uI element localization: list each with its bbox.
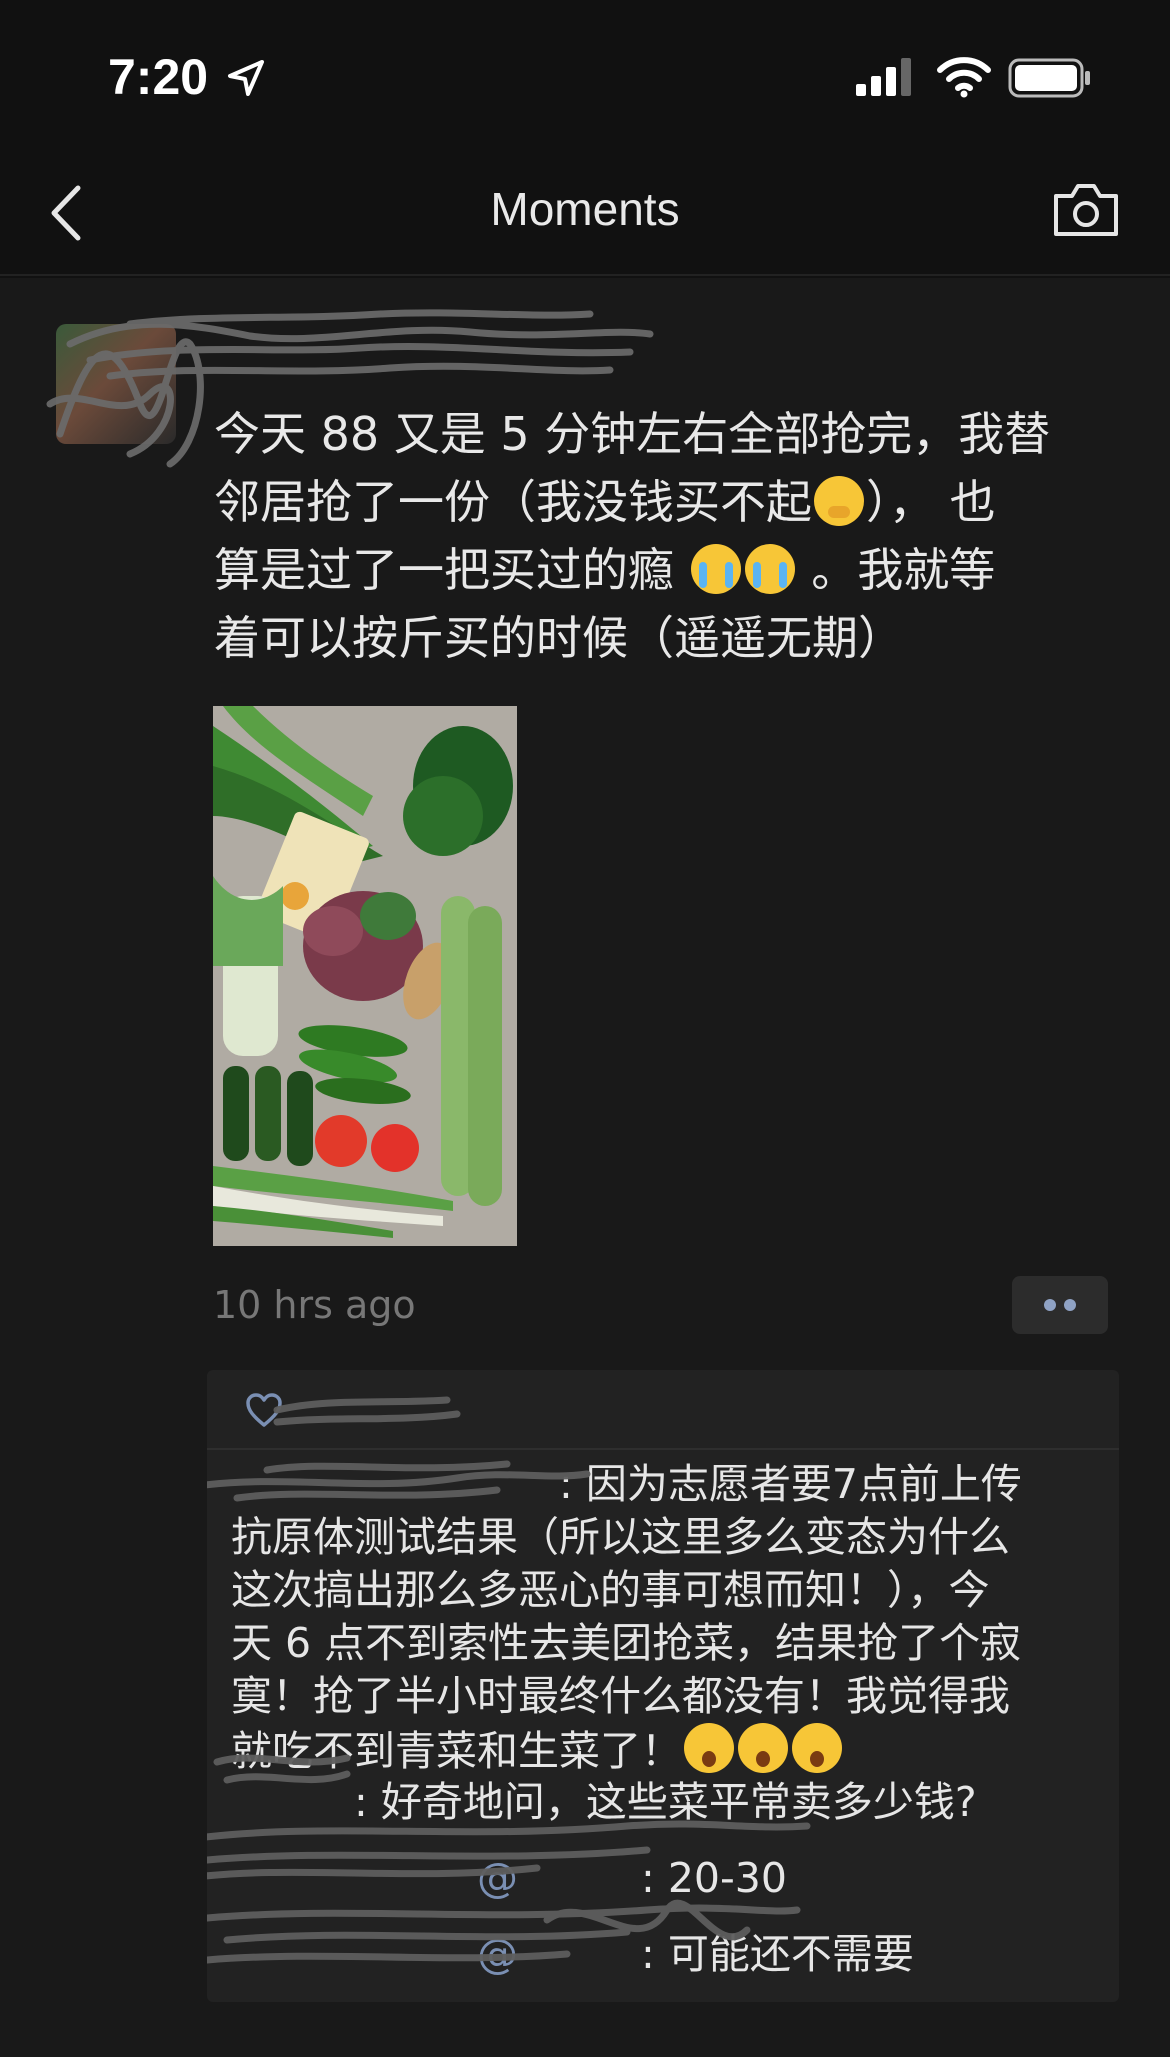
- comments-section: : 因为志愿者要7点前上传 抗原体测试结果（所以这里多么变态为什么 这次搞出那么…: [207, 1370, 1119, 2002]
- status-bar: 7:20: [0, 0, 1170, 150]
- comment-author[interactable]: [231, 1778, 354, 1826]
- comment-item[interactable]: @ : 可能还不需要: [231, 1928, 1111, 1981]
- comment-text-line: 就吃不到青菜和生菜了！: [231, 1727, 682, 1775]
- post-text: 今天 88 又是 5 分钟左右全部抢完，我替 邻居抢了一份（我没钱买不起 ）， 也…: [214, 400, 1114, 672]
- cellular-signal-icon: [856, 58, 911, 96]
- comment-mention[interactable]: @: [477, 1930, 518, 1978]
- comment-item[interactable]: @ : 20-30: [231, 1852, 1111, 1905]
- shocked-face-emoji-icon: [684, 1723, 734, 1773]
- avatar[interactable]: [56, 324, 176, 444]
- page-title: Moments: [490, 183, 680, 235]
- dot-icon: [1044, 1299, 1056, 1311]
- post-text-line: 邻居抢了一份（我没钱买不起 ）， 也: [214, 468, 1114, 536]
- shocked-face-emoji-icon: [792, 1723, 842, 1773]
- post-text-line: 今天 88 又是 5 分钟左右全部抢完，我替: [214, 407, 1051, 461]
- comment-text-line: 寞！抢了半小时最终什么都没有！我觉得我: [231, 1672, 1010, 1720]
- navigation-bar: Moments: [0, 150, 1170, 276]
- comment-item[interactable]: : 好奇地问，这些菜平常卖多少钱?: [231, 1776, 1111, 1829]
- camera-icon[interactable]: [1052, 180, 1120, 240]
- post-text-segment: 邻居抢了一份（我没钱买不起: [214, 475, 812, 529]
- crying-face-emoji-icon: [690, 544, 741, 594]
- heart-outline-icon[interactable]: [245, 1392, 283, 1428]
- moment-post: 今天 88 又是 5 分钟左右全部抢完，我替 邻居抢了一份（我没钱买不起 ）， 也…: [0, 278, 1170, 2057]
- crying-face-emoji-icon: [744, 544, 795, 594]
- more-options-button[interactable]: [1012, 1276, 1108, 1334]
- comment-text-line: 抗原体测试结果（所以这里多么变态为什么: [231, 1513, 1010, 1561]
- thinking-face-emoji-icon: [814, 476, 864, 526]
- location-arrow-icon: [228, 60, 264, 96]
- post-text-segment: ）， 也: [866, 475, 996, 529]
- comment-item[interactable]: : 因为志愿者要7点前上传 抗原体测试结果（所以这里多么变态为什么 这次搞出那么…: [231, 1458, 1111, 1778]
- comment-text: : 20-30: [641, 1854, 787, 1902]
- post-text-segment: 。我就等: [796, 543, 996, 597]
- shocked-face-emoji-icon: [738, 1723, 788, 1773]
- comment-text-line: 这次搞出那么多恶心的事可想而知！），今: [231, 1566, 990, 1614]
- comment-author[interactable]: [231, 1930, 477, 1978]
- dot-icon: [1064, 1299, 1076, 1311]
- wifi-icon: [937, 57, 991, 98]
- post-photo[interactable]: [213, 706, 517, 1246]
- comment-text: : 可能还不需要: [641, 1930, 914, 1978]
- comment-text: : 好奇地问，这些菜平常卖多少钱?: [354, 1778, 977, 1826]
- post-text-line: 着可以按斤买的时候（遥遥无期）: [214, 611, 904, 665]
- post-text-segment: 算是过了一把买过的瘾: [214, 543, 689, 597]
- comment-text-line: 天 6 点不到索性去美团抢菜，结果抢了个寂: [231, 1619, 1022, 1667]
- comment-text-line: : 因为志愿者要7点前上传: [559, 1460, 1022, 1508]
- battery-icon: [1008, 58, 1090, 98]
- post-timestamp: 10 hrs ago: [213, 1283, 416, 1327]
- status-time: 7:20: [108, 49, 209, 105]
- likes-row: [207, 1370, 1119, 1450]
- comment-author[interactable]: [231, 1460, 559, 1508]
- post-text-line: 算是过了一把买过的瘾 。我就等: [214, 536, 1114, 604]
- comment-author[interactable]: [231, 1854, 477, 1902]
- comment-mention[interactable]: @: [477, 1854, 518, 1902]
